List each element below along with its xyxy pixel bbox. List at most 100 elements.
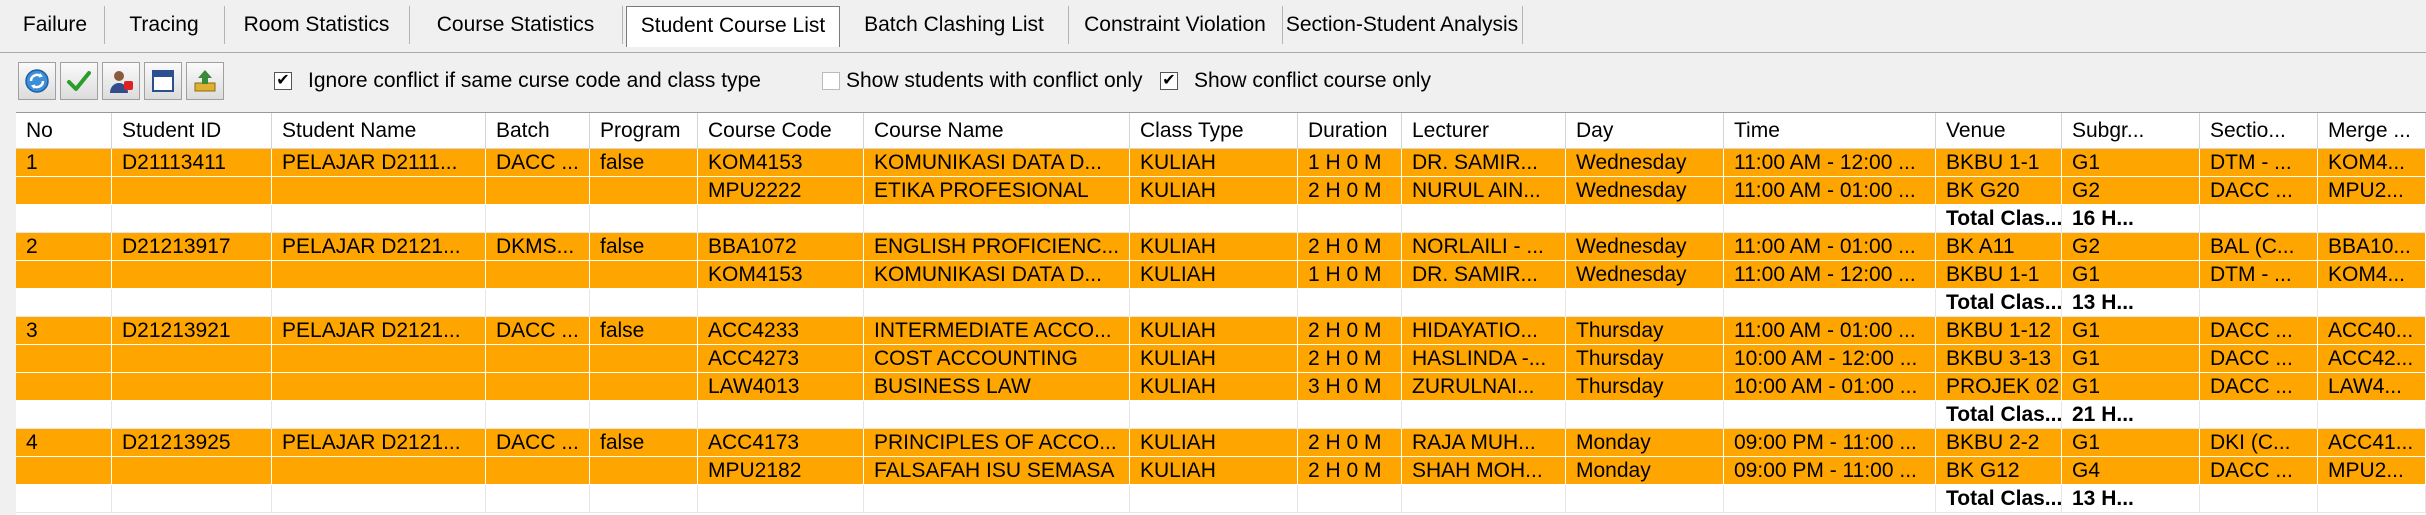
table-cell: 2 H 0 M (1298, 429, 1402, 457)
column-header[interactable]: Venue (1936, 113, 2062, 149)
table-cell: 09:00 PM - 11:00 ... (1724, 429, 1936, 457)
ignore-conflict-label: Ignore conflict if same curse code and c… (308, 69, 761, 92)
table-cell: DACC ... (2200, 317, 2318, 345)
table-cell: Monday (1566, 429, 1724, 457)
column-header[interactable]: Batch (486, 113, 590, 149)
table-cell: DACC ... (2200, 177, 2318, 205)
table-cell (1566, 401, 1724, 429)
table-cell: Wednesday (1566, 149, 1724, 177)
tab-failure[interactable]: Failure (6, 6, 105, 44)
table-cell (486, 457, 590, 485)
table-row[interactable]: 4 D21213925 PELAJAR D2121... DACC ... false A… (16, 429, 2426, 457)
table-cell (272, 345, 486, 373)
table-cell (1298, 205, 1402, 233)
total-label: Total Clas... (1936, 401, 2062, 429)
table-cell: 10:00 AM - 01:00 ... (1724, 373, 1936, 401)
tab-section-student-analysis[interactable]: Section-Student Analysis (1282, 6, 1523, 44)
tab-tracing[interactable]: Tracing (104, 6, 225, 44)
table-cell: Wednesday (1566, 261, 1724, 289)
table-cell: LAW4013 (698, 373, 864, 401)
table-cell (1724, 485, 1936, 513)
column-header[interactable]: Student Name (272, 113, 486, 149)
table-row[interactable]: ACC4273 COST ACCOUNTING KULIAH 2 H 0 M HASLI… (16, 345, 2426, 373)
show-conflict-course-checkbox[interactable]: ✔ (1160, 72, 1178, 90)
table-cell (590, 485, 698, 513)
table-cell: KULIAH (1130, 345, 1298, 373)
table-cell (1298, 485, 1402, 513)
column-header[interactable]: Day (1566, 113, 1724, 149)
table-row[interactable]: KOM4153 KOMUNIKASI DATA D... KULIAH 1 H 0 M… (16, 261, 2426, 289)
table-cell (590, 457, 698, 485)
student-button[interactable] (102, 62, 140, 100)
table-cell (2318, 485, 2426, 513)
total-row[interactable]: Total Clas... 13 H... (16, 289, 2426, 317)
table-cell (1130, 289, 1298, 317)
window-button[interactable] (144, 62, 182, 100)
table-cell: Monday (1566, 457, 1724, 485)
tab-batch-clashing-list[interactable]: Batch Clashing List (840, 6, 1069, 44)
table-cell (272, 457, 486, 485)
table-cell: Wednesday (1566, 233, 1724, 261)
table-cell (1402, 485, 1566, 513)
table-cell (272, 177, 486, 205)
total-label: Total Clas... (1936, 485, 2062, 513)
column-header[interactable]: Program (590, 113, 698, 149)
tab-student-course-list[interactable]: Student Course List (626, 6, 840, 47)
table-cell: G4 (2062, 457, 2200, 485)
table-row[interactable]: LAW4013 BUSINESS LAW KULIAH 3 H 0 M ZURULNAI… (16, 373, 2426, 401)
table-cell: G2 (2062, 233, 2200, 261)
tab-constraint-violation[interactable]: Constraint Violation (1068, 6, 1283, 44)
column-header[interactable]: Course Name (864, 113, 1130, 149)
table-cell (16, 401, 112, 429)
column-header[interactable]: Time (1724, 113, 1936, 149)
column-header[interactable]: Duration (1298, 113, 1402, 149)
ignore-conflict-checkbox[interactable]: ✔ (274, 72, 292, 90)
table-cell (1724, 205, 1936, 233)
column-header[interactable]: Sectio... (2200, 113, 2318, 149)
tab-room-statistics[interactable]: Room Statistics (224, 6, 410, 44)
column-header[interactable]: Subgr... (2062, 113, 2200, 149)
export-icon (194, 70, 216, 92)
apply-button[interactable] (60, 62, 98, 100)
table-row[interactable]: MPU2222 ETIKA PROFESIONAL KULIAH 2 H 0 M NUR… (16, 177, 2426, 205)
column-header[interactable]: Merge ... (2318, 113, 2426, 149)
table-cell (1402, 401, 1566, 429)
table-row[interactable]: 1 D21113411 PELAJAR D2111... DACC ... false K… (16, 149, 2426, 177)
tab-course-statistics[interactable]: Course Statistics (409, 6, 623, 44)
table-cell: BKBU 3-13 (1936, 345, 2062, 373)
table-row[interactable]: 3 D21213921 PELAJAR D2121... DACC ... false A… (16, 317, 2426, 345)
table-cell: SHAH MOH... (1402, 457, 1566, 485)
table-cell (272, 289, 486, 317)
table-cell (112, 373, 272, 401)
table-row[interactable]: 2 D21213917 PELAJAR D2121... DKMS... false BB… (16, 233, 2426, 261)
table-cell: DR. SAMIR... (1402, 149, 1566, 177)
table-cell: LAW4... (2318, 373, 2426, 401)
table-cell (2318, 401, 2426, 429)
show-students-conflict-checkbox[interactable] (822, 72, 840, 90)
table-cell (486, 485, 590, 513)
column-header[interactable]: Lecturer (1402, 113, 1566, 149)
table-cell: D21213917 (112, 233, 272, 261)
table-cell (16, 261, 112, 289)
student-course-grid[interactable]: No Student ID Student Name Batch Program Cour… (16, 112, 2426, 515)
column-header[interactable]: Class Type (1130, 113, 1298, 149)
table-cell: KULIAH (1130, 261, 1298, 289)
total-row[interactable]: Total Clas... 13 H... (16, 485, 2426, 513)
column-header[interactable]: No (16, 113, 112, 149)
total-row[interactable]: Total Clas... 21 H... (16, 401, 2426, 429)
refresh-icon (25, 69, 49, 93)
table-row[interactable]: MPU2182 FALSAFAH ISU SEMASA KULIAH 2 H 0 MS… (16, 457, 2426, 485)
user-icon (110, 71, 133, 93)
column-header[interactable]: Student ID (112, 113, 272, 149)
total-row[interactable]: Total Clas... 16 H... (16, 205, 2426, 233)
refresh-button[interactable] (18, 62, 56, 100)
table-cell (2200, 205, 2318, 233)
export-button[interactable] (186, 62, 224, 100)
table-cell: DKMS... (486, 233, 590, 261)
table-cell: 1 H 0 M (1298, 149, 1402, 177)
table-cell: 10:00 AM - 12:00 ... (1724, 345, 1936, 373)
table-cell: PRINCIPLES OF ACCO... (864, 429, 1130, 457)
table-cell: 1 (16, 149, 112, 177)
column-header[interactable]: Course Code (698, 113, 864, 149)
table-cell: Thursday (1566, 317, 1724, 345)
